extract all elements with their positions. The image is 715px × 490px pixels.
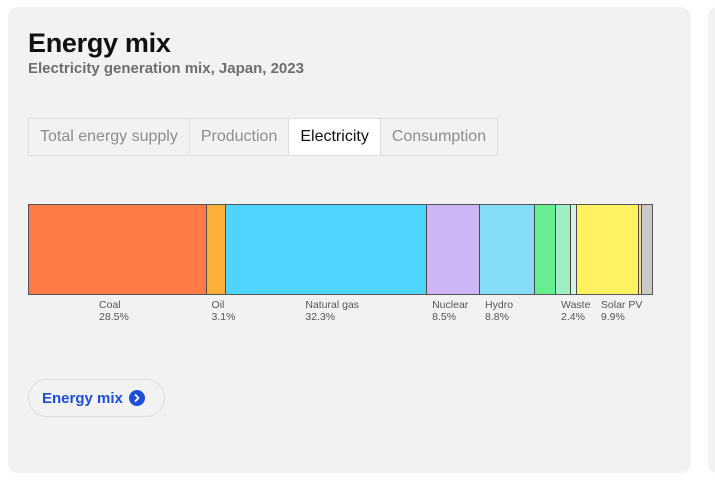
mix-label-oil: Oil 3.1% — [212, 299, 236, 323]
mix-label-name: Waste — [561, 299, 591, 311]
mix-label-value: 8.8% — [485, 311, 509, 323]
mix-label-name: Hydro — [485, 299, 514, 311]
mix-label-solar-pv: Solar PV 9.9% — [601, 299, 642, 323]
card-subtitle: Electricity generation mix, Japan, 2023 — [28, 60, 304, 77]
mix-segment-nuclear — [427, 205, 481, 294]
tab-production[interactable]: Production — [190, 119, 290, 155]
mix-label-hydro: Hydro 8.8% — [485, 299, 513, 323]
mix-label-value: 2.4% — [561, 311, 585, 323]
energy-mix-bar — [28, 204, 653, 295]
mix-label-value: 8.5% — [432, 311, 457, 323]
mix-segment-hydro — [480, 205, 535, 294]
mix-label-name: Coal — [99, 299, 121, 311]
mix-tabs: Total energy supply Production Electrici… — [28, 118, 499, 156]
tab-total-energy-supply[interactable]: Total energy supply — [29, 119, 190, 155]
mix-segment-waste — [556, 205, 571, 294]
mix-label-value: 9.9% — [600, 311, 625, 323]
card-title: Energy mix — [28, 28, 171, 58]
tab-consumption[interactable]: Consumption — [381, 119, 497, 155]
mix-label-value: 3.1% — [211, 311, 236, 323]
mix-segment-coal — [29, 205, 207, 294]
mix-segment-solar-pv — [577, 205, 639, 294]
mix-segment-oil — [206, 205, 226, 294]
energy-mix-labels: Coal 28.5% Oil 3.1% Natural gas 32.3% Nuclear 8… — [28, 299, 653, 329]
mix-segment-natural-gas — [225, 205, 428, 294]
tab-electricity[interactable]: Electricity — [289, 119, 381, 155]
mix-label-natural-gas: Natural gas 32.3% — [305, 299, 359, 323]
mix-label-name: Nuclear — [432, 299, 469, 311]
mix-label-value: 32.3% — [305, 311, 336, 323]
mix-segment-wind — [534, 205, 557, 294]
mix-label-name: Natural gas — [305, 299, 360, 311]
mix-label-value: 28.5% — [99, 311, 129, 323]
mix-label-name: Oil — [211, 299, 225, 311]
energy-mix-link-label: Energy mix — [42, 389, 123, 407]
chevron-right-icon — [128, 390, 145, 406]
energy-mix-link-button[interactable]: Energy mix — [28, 379, 165, 417]
mix-label-coal: Coal 28.5% — [99, 299, 129, 323]
mix-label-nuclear: Nuclear 8.5% — [432, 299, 468, 323]
mix-segment-other-10 — [641, 205, 652, 294]
mix-label-waste: Waste 2.4% — [561, 299, 590, 323]
mix-label-name: Solar PV — [600, 299, 643, 311]
next-card-edge — [708, 7, 715, 473]
